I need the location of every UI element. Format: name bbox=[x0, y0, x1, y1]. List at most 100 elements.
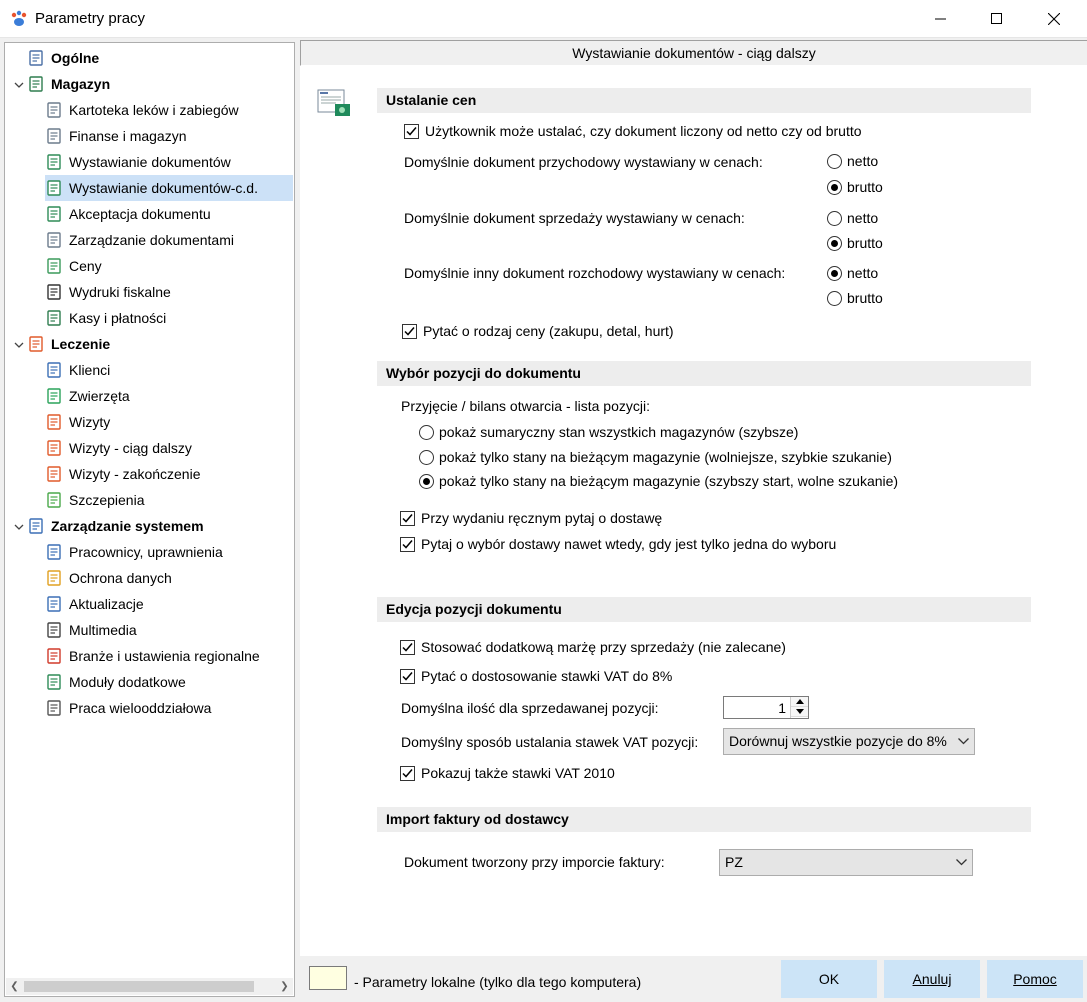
person-icon bbox=[45, 361, 63, 379]
paw-icon bbox=[45, 387, 63, 405]
chevron-down-icon[interactable] bbox=[13, 78, 25, 90]
ask-delivery-checkbox[interactable] bbox=[400, 511, 415, 526]
document-accept-icon bbox=[45, 205, 63, 223]
scrollbar-thumb[interactable] bbox=[24, 981, 254, 992]
help-button[interactable]: Pomoc bbox=[987, 960, 1083, 998]
ask-delivery-label[interactable]: Przy wydaniu ręcznym pytaj o dostawę bbox=[421, 510, 662, 526]
tree-item[interactable]: Multimedia bbox=[45, 617, 137, 643]
list-mode-label: Przyjęcie / bilans otwarcia - lista pozy… bbox=[401, 398, 650, 414]
spinner-buttons bbox=[790, 697, 808, 718]
tree-item[interactable]: Moduły dodatkowe bbox=[45, 669, 186, 695]
tree-item-label: Zwierzęta bbox=[69, 388, 130, 404]
tree-item-label: Multimedia bbox=[69, 622, 137, 638]
user-can-set-checkbox[interactable] bbox=[404, 124, 419, 139]
settings-computer-icon bbox=[27, 49, 45, 67]
ok-button[interactable]: OK bbox=[781, 960, 877, 998]
list-option-3-radio[interactable] bbox=[419, 474, 434, 489]
sprzedazy-brutto-radio[interactable] bbox=[827, 236, 842, 251]
vat-method-select[interactable]: Dorównuj wszystkie pozycje do 8% bbox=[723, 728, 975, 755]
sprzedazy-brutto-label[interactable]: brutto bbox=[847, 235, 883, 251]
extra-margin-label[interactable]: Stosować dodatkową marżę przy sprzedaży … bbox=[421, 639, 786, 655]
maximize-button[interactable] bbox=[974, 0, 1020, 38]
horizontal-scrollbar[interactable]: ❮ ❯ bbox=[6, 978, 293, 995]
tree-item[interactable]: Wizyty - zakończenie bbox=[45, 461, 200, 487]
tree-item[interactable]: Kartoteka leków i zabiegów bbox=[45, 97, 239, 123]
chevron-down-icon[interactable] bbox=[13, 338, 25, 350]
ask-price-type-label[interactable]: Pytać o rodzaj ceny (zakupu, detal, hurt… bbox=[423, 323, 674, 339]
vat-8-label[interactable]: Pytać o dostosowanie stawki VAT do 8% bbox=[421, 668, 672, 684]
show-vat-2010-checkbox[interactable] bbox=[400, 766, 415, 781]
tree-item-label: Finanse i magazyn bbox=[69, 128, 187, 144]
user-can-set-label[interactable]: Użytkownik może ustalać, czy dokument li… bbox=[425, 123, 862, 139]
printer-icon bbox=[45, 283, 63, 301]
tree-item[interactable]: Szczepienia bbox=[45, 487, 145, 513]
tree-item-label: Ochrona danych bbox=[69, 570, 172, 586]
tree-item[interactable]: Praca wielooddziałowa bbox=[45, 695, 211, 721]
ask-delivery-single-checkbox[interactable] bbox=[400, 537, 415, 552]
tree-item[interactable]: Wystawianie dokumentów bbox=[45, 149, 231, 175]
list-option-1-radio[interactable] bbox=[419, 425, 434, 440]
chevron-down-icon[interactable] bbox=[13, 520, 25, 532]
clipboard-icon bbox=[45, 439, 63, 457]
import-doc-select[interactable]: PZ bbox=[719, 849, 973, 876]
tree-item[interactable]: Wizyty bbox=[45, 409, 110, 435]
tree-item[interactable]: Magazyn bbox=[27, 71, 110, 97]
tree-item[interactable]: Zarządzanie dokumentami bbox=[45, 227, 234, 253]
tree-item[interactable]: Zarządzanie systemem bbox=[27, 513, 204, 539]
tree-item[interactable]: Ogólne bbox=[27, 45, 99, 71]
tree-item[interactable]: Kasy i płatności bbox=[45, 305, 166, 331]
default-qty-value[interactable]: 1 bbox=[778, 700, 786, 716]
tree-item[interactable]: Wystawianie dokumentów-c.d. bbox=[45, 175, 293, 201]
tree-item[interactable]: Leczenie bbox=[27, 331, 110, 357]
list-option-3-label[interactable]: pokaż tylko stany na bieżącym magazynie … bbox=[439, 473, 898, 489]
paw-app-icon bbox=[11, 10, 27, 26]
system-icon bbox=[27, 517, 45, 535]
document-icon bbox=[45, 127, 63, 145]
ask-price-type-checkbox[interactable] bbox=[402, 324, 417, 339]
tree-item[interactable]: Wizyty - ciąg dalszy bbox=[45, 435, 192, 461]
tree-item[interactable]: Pracownicy, uprawnienia bbox=[45, 539, 223, 565]
sprzedazy-netto-label[interactable]: netto bbox=[847, 210, 878, 226]
tree-item[interactable]: Wydruki fiskalne bbox=[45, 279, 171, 305]
default-qty-spinner[interactable]: 1 bbox=[723, 696, 809, 719]
extra-margin-checkbox[interactable] bbox=[400, 640, 415, 655]
vat-8-checkbox[interactable] bbox=[400, 669, 415, 684]
rozchodowy-netto-radio[interactable] bbox=[827, 266, 842, 281]
tree-item-label: Zarządzanie systemem bbox=[51, 518, 204, 534]
tree-item[interactable]: Klienci bbox=[45, 357, 110, 383]
tree-item[interactable]: Branże i ustawienia regionalne bbox=[45, 643, 260, 669]
lock-icon bbox=[45, 569, 63, 587]
spinner-down-icon[interactable] bbox=[791, 707, 808, 717]
syringe-icon bbox=[45, 491, 63, 509]
spinner-up-icon[interactable] bbox=[791, 697, 808, 707]
list-option-2-radio[interactable] bbox=[419, 450, 434, 465]
tree-item-label: Ogólne bbox=[51, 50, 100, 66]
przychodowy-netto-label[interactable]: netto bbox=[847, 153, 878, 169]
tree-item[interactable]: Akceptacja dokumentu bbox=[45, 201, 211, 227]
tree-item[interactable]: Aktualizacje bbox=[45, 591, 144, 617]
close-icon bbox=[1048, 13, 1060, 25]
show-vat-2010-label[interactable]: Pokazuj także stawki VAT 2010 bbox=[421, 765, 615, 781]
scroll-right-icon[interactable]: ❯ bbox=[276, 978, 293, 995]
list-option-2-label[interactable]: pokaż tylko stany na bieżącym magazynie … bbox=[439, 449, 892, 465]
settings-tree[interactable]: Ogólne Magazyn Kartoteka leków i zabiegów F… bbox=[4, 42, 295, 997]
cancel-button[interactable]: Anuluj bbox=[884, 960, 980, 998]
ask-delivery-single-label[interactable]: Pytaj o wybór dostawy nawet wtedy, gdy j… bbox=[421, 536, 836, 552]
cash-register-icon bbox=[45, 309, 63, 327]
minimize-button[interactable] bbox=[918, 0, 964, 38]
przychodowy-label: Domyślnie dokument przychodowy wystawian… bbox=[404, 154, 763, 170]
tree-item[interactable]: Zwierzęta bbox=[45, 383, 130, 409]
rozchodowy-netto-label[interactable]: netto bbox=[847, 265, 878, 281]
przychodowy-brutto-label[interactable]: brutto bbox=[847, 179, 883, 195]
rozchodowy-brutto-radio[interactable] bbox=[827, 291, 842, 306]
tree-item[interactable]: Finanse i magazyn bbox=[45, 123, 187, 149]
tree-item[interactable]: Ceny bbox=[45, 253, 102, 279]
przychodowy-netto-radio[interactable] bbox=[827, 154, 842, 169]
close-button[interactable] bbox=[1031, 0, 1077, 38]
sprzedazy-netto-radio[interactable] bbox=[827, 211, 842, 226]
scroll-left-icon[interactable]: ❮ bbox=[6, 978, 23, 995]
rozchodowy-brutto-label[interactable]: brutto bbox=[847, 290, 883, 306]
tree-item[interactable]: Ochrona danych bbox=[45, 565, 172, 591]
list-option-1-label[interactable]: pokaż sumaryczny stan wszystkich magazyn… bbox=[439, 424, 798, 440]
przychodowy-brutto-radio[interactable] bbox=[827, 180, 842, 195]
